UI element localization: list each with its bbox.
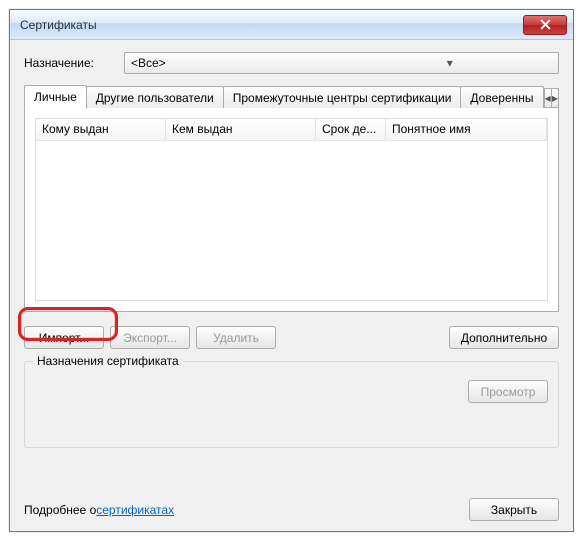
view-button[interactable]: Просмотр (468, 380, 548, 403)
export-button[interactable]: Экспорт... (110, 326, 190, 349)
remove-button[interactable]: Удалить (196, 326, 276, 349)
listview-body[interactable] (36, 141, 547, 300)
col-friendly[interactable]: Понятное имя (386, 119, 547, 141)
col-issued-to[interactable]: Кому выдан (36, 119, 166, 141)
title-bar: Сертификаты (10, 10, 573, 40)
tab-personal[interactable]: Личные (24, 85, 87, 109)
import-button[interactable]: Импорт... (24, 326, 104, 349)
advanced-button[interactable]: Дополнительно (449, 326, 559, 349)
chevron-down-icon: ▾ (344, 56, 557, 70)
learn-more-prefix: Подробнее о (24, 503, 96, 517)
cert-purpose-group: Назначения сертификата Просмотр (24, 361, 559, 448)
tab-intermediate-ca[interactable]: Промежуточные центры сертификации (223, 86, 462, 108)
purpose-label: Назначение: (24, 56, 94, 70)
tab-trusted[interactable]: Доверенны (460, 86, 543, 108)
certificates-dialog: Сертификаты Назначение: <Все> ▾ Личные Д… (9, 9, 574, 532)
col-issued-by[interactable]: Кем выдан (166, 119, 316, 141)
chevron-left-icon: ◂ (545, 91, 551, 105)
tab-scroll-right[interactable]: ▸ (551, 88, 559, 108)
col-expires[interactable]: Срок де... (316, 119, 386, 141)
close-button[interactable]: Закрыть (469, 498, 559, 521)
tab-other-people[interactable]: Другие пользователи (86, 86, 224, 108)
purpose-selected: <Все> (131, 56, 344, 70)
close-window-button[interactable] (523, 15, 567, 35)
close-icon (540, 19, 551, 30)
learn-more-link[interactable]: сертификатах (96, 503, 174, 517)
purpose-combobox[interactable]: <Все> ▾ (124, 52, 559, 74)
cert-purpose-title: Назначения сертификата (33, 354, 183, 368)
chevron-right-icon: ▸ (552, 91, 558, 105)
window-title: Сертификаты (20, 18, 523, 32)
tab-strip: Личные Другие пользователи Промежуточные… (24, 84, 559, 108)
certificate-list-panel: Кому выдан Кем выдан Срок де... Понятное… (24, 107, 559, 312)
certificate-listview[interactable]: Кому выдан Кем выдан Срок де... Понятное… (35, 118, 548, 301)
